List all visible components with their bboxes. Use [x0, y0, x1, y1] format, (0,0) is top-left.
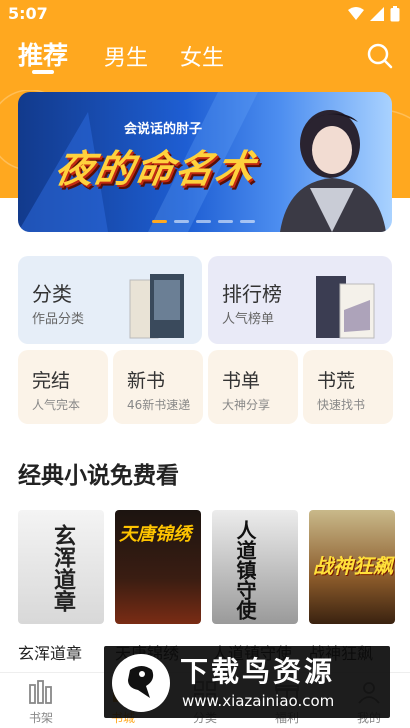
top-tabs: 推荐 男生 女生	[0, 36, 410, 80]
banner-title: 夜的命名术	[51, 147, 260, 191]
tab-recommend[interactable]: 推荐	[18, 36, 68, 72]
book-cover-title: 天唐锦绣	[119, 524, 191, 545]
category-card-title: 分类	[32, 282, 72, 306]
book-cover[interactable]: 天唐锦绣	[115, 510, 201, 624]
battery-icon	[390, 6, 400, 22]
banner-carousel[interactable]: 会说话的肘子 夜的命名术	[18, 92, 392, 232]
wifi-icon	[348, 7, 364, 20]
app-screen: 5:07 推荐 男生 女生 会说话的肘子 夜的命名术 分类 作品分类 排行榜 人…	[0, 0, 410, 728]
booklist-card[interactable]: 书单 大神分享	[208, 350, 298, 424]
find-books-card-subtitle: 快速找书	[317, 398, 366, 412]
ranking-card-subtitle: 人气榜单	[222, 312, 275, 327]
tab-male[interactable]: 男生	[104, 40, 148, 72]
banner-author: 会说话的肘子	[124, 122, 203, 137]
books-illustration	[316, 276, 375, 339]
tab-female[interactable]: 女生	[180, 40, 224, 72]
section-title: 经典小说免费看	[18, 463, 179, 489]
carousel-dot	[174, 220, 189, 223]
find-books-card-title: 书荒	[317, 370, 356, 392]
book-cover-title: 玄浑道章	[50, 524, 75, 612]
ranking-card-title: 排行榜	[222, 282, 282, 306]
finished-card-subtitle: 人气完本	[32, 398, 81, 412]
carousel-dot	[218, 220, 233, 223]
nav-bookshelf-label: 书架	[28, 711, 53, 725]
signal-icon	[370, 7, 384, 21]
carousel-dot	[152, 220, 167, 223]
book-cover[interactable]: 战神狂飙	[309, 510, 395, 624]
book-cover-title: 战神狂飙	[313, 554, 393, 578]
finished-card-title: 完结	[32, 370, 71, 392]
book-cover[interactable]: 玄浑道章	[18, 510, 104, 624]
book-cover-title: 人道镇守使	[233, 520, 257, 620]
find-books-card[interactable]: 书荒 快速找书	[303, 350, 393, 424]
watermark-title: 下载鸟资源	[180, 655, 336, 688]
new-books-card-title: 新书	[127, 370, 166, 392]
search-icon[interactable]	[366, 42, 394, 70]
book-name[interactable]: 玄浑道章	[18, 640, 82, 664]
nav-bookshelf[interactable]: 书架	[0, 673, 82, 728]
booklist-card-title: 书单	[222, 370, 261, 392]
finished-card[interactable]: 完结 人气完本	[18, 350, 108, 424]
status-bar: 5:07	[0, 0, 410, 28]
bird-icon	[128, 666, 154, 698]
carousel-dots	[152, 220, 255, 223]
ranking-card[interactable]: 排行榜 人气榜单	[208, 256, 392, 344]
category-card[interactable]: 分类 作品分类	[18, 256, 202, 344]
watermark-url: www.xiazainiao.com	[182, 692, 335, 710]
carousel-dot	[240, 220, 255, 223]
books-illustration	[129, 274, 184, 339]
watermark-overlay: 下载鸟资源 www.xiazainiao.com	[104, 646, 390, 718]
watermark-logo	[112, 654, 170, 712]
new-books-card-subtitle: 46新书速递	[127, 398, 191, 412]
category-card-subtitle: 作品分类	[32, 312, 85, 327]
carousel-dot	[196, 220, 211, 223]
status-time: 5:07	[8, 4, 48, 23]
new-books-card[interactable]: 新书 46新书速递	[113, 350, 203, 424]
book-cover[interactable]: 人道镇守使	[212, 510, 298, 624]
bookshelf-icon	[29, 680, 52, 704]
booklist-card-subtitle: 大神分享	[222, 398, 271, 412]
active-tab-indicator	[32, 70, 54, 74]
